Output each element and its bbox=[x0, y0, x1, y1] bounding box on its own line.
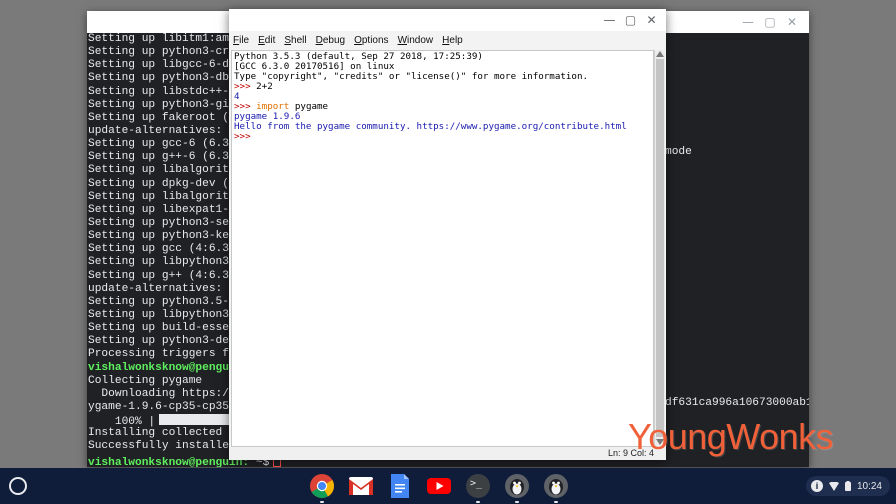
terminal-icon[interactable]: >_ bbox=[464, 472, 492, 503]
scroll-up-icon[interactable] bbox=[656, 51, 664, 57]
idle-window-controls: — ▢ ✕ bbox=[599, 11, 662, 29]
docs-icon[interactable] bbox=[386, 472, 414, 500]
notification-icon[interactable]: i bbox=[810, 480, 823, 492]
youngwonks-watermark: YoungWonks bbox=[628, 416, 834, 457]
terminal-glyph: >_ bbox=[470, 478, 483, 489]
idle-titlebar[interactable]: — ▢ ✕ bbox=[229, 9, 666, 31]
menu-options[interactable]: Options bbox=[354, 35, 388, 46]
menu-debug[interactable]: Debug bbox=[316, 35, 345, 46]
terminal-fragment-mode: mode bbox=[665, 146, 692, 158]
idle-statusbar: Ln: 9 Col: 4 bbox=[229, 447, 666, 460]
terminal-fragment-hash: df631ca996a10673000ab1/p bbox=[665, 397, 809, 409]
battery-icon bbox=[844, 481, 851, 491]
shell-text: Python 3.5.3 (default, Sep 27 2018, 17:2… bbox=[234, 52, 627, 142]
chromeos-shelf: >_ i 10:24 bbox=[0, 468, 896, 504]
idle-shell-window[interactable]: — ▢ ✕ File Edit Shell Debug Options Wind… bbox=[229, 9, 666, 460]
idle-shell-editor[interactable]: Python 3.5.3 (default, Sep 27 2018, 17:2… bbox=[231, 50, 654, 447]
maximize-icon[interactable]: ▢ bbox=[620, 11, 641, 29]
youtube-icon[interactable] bbox=[425, 472, 453, 500]
idle-penguin-icon[interactable] bbox=[542, 472, 570, 503]
terminal-window-controls: — ▢ ✕ bbox=[737, 13, 803, 31]
shell-line: >>> bbox=[234, 131, 257, 142]
menu-help[interactable]: Help bbox=[442, 35, 463, 46]
maximize-icon[interactable]: ▢ bbox=[759, 13, 781, 31]
wifi-icon bbox=[828, 481, 839, 491]
minimize-icon[interactable]: — bbox=[737, 13, 759, 31]
shelf-apps: >_ bbox=[308, 472, 570, 503]
chrome-icon[interactable] bbox=[308, 472, 336, 503]
idle-menubar: File Edit Shell Debug Options Window Hel… bbox=[229, 31, 666, 49]
minimize-icon[interactable]: — bbox=[599, 11, 620, 29]
launcher-icon[interactable] bbox=[9, 477, 27, 495]
menu-file[interactable]: File bbox=[233, 35, 249, 46]
menu-shell[interactable]: Shell bbox=[284, 35, 306, 46]
clock: 10:24 bbox=[856, 480, 882, 492]
close-icon[interactable]: ✕ bbox=[781, 13, 803, 31]
vertical-scrollbar[interactable] bbox=[654, 50, 665, 447]
penguin-icon[interactable] bbox=[503, 472, 531, 503]
shell-line: Hello from the pygame community. https:/… bbox=[234, 121, 627, 132]
status-tray[interactable]: i 10:24 bbox=[806, 476, 890, 496]
gmail-icon[interactable] bbox=[347, 472, 375, 500]
shell-line: >>> 2+2 bbox=[234, 81, 273, 92]
menu-edit[interactable]: Edit bbox=[258, 35, 275, 46]
menu-window[interactable]: Window bbox=[398, 35, 434, 46]
close-icon[interactable]: ✕ bbox=[641, 11, 662, 29]
scrollbar-thumb[interactable] bbox=[656, 59, 664, 437]
shell-line: Type "copyright", "credits" or "license(… bbox=[234, 71, 589, 82]
